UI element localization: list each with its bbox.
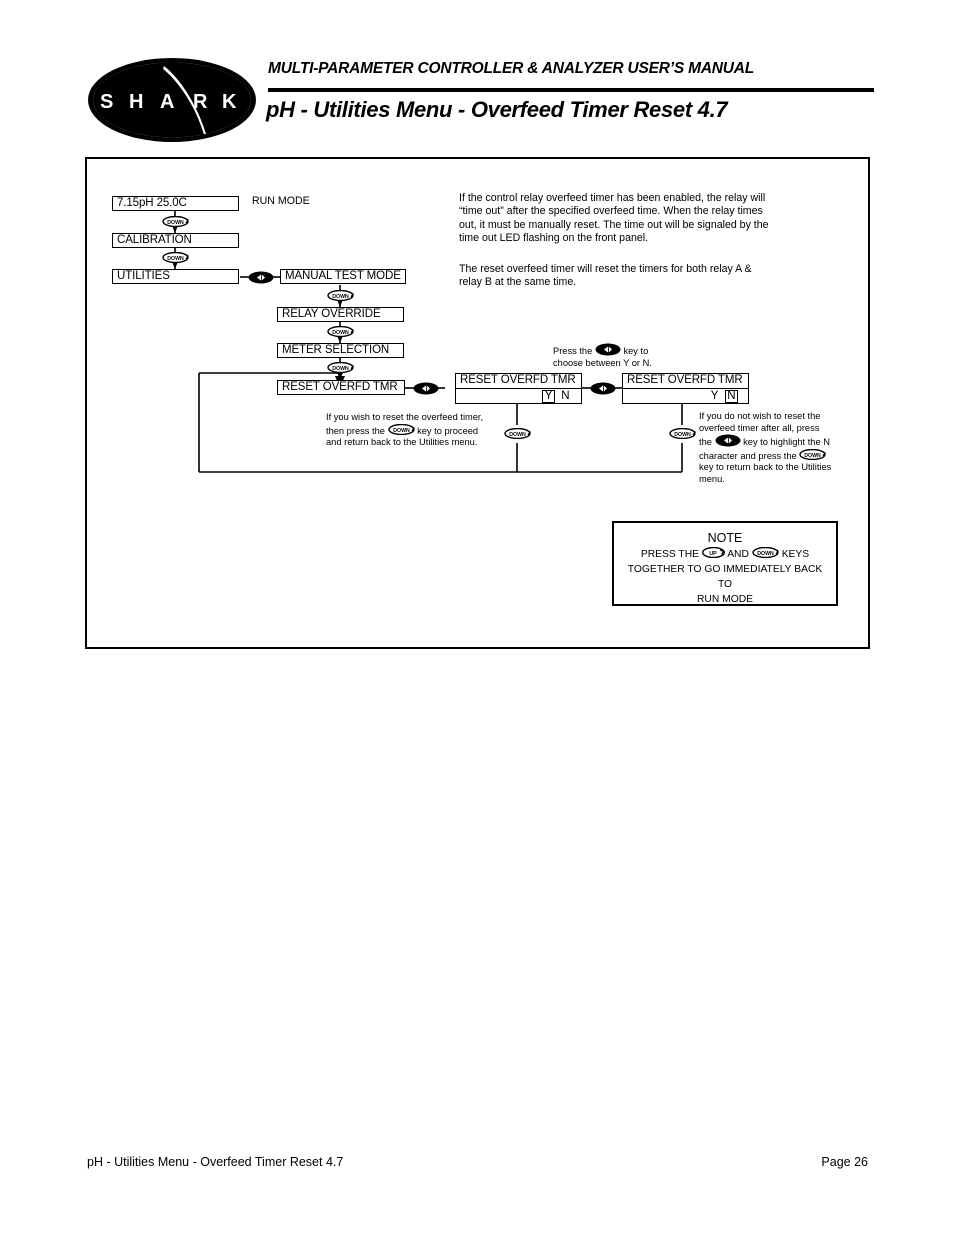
logo-letter-s: S — [100, 91, 113, 113]
note-box: NOTE PRESS THE UP AND DOWN KEYS TOGETHER… — [612, 521, 838, 606]
logo-letter-h: H — [129, 91, 143, 113]
page-header: S H A R K MULTI-PARAMETER CONTROLLER & A… — [0, 0, 954, 150]
svg-text:DOWN: DOWN — [332, 330, 349, 336]
svg-text:DOWN: DOWN — [167, 220, 184, 226]
annotation-text: overfeed timer after all, press — [699, 422, 820, 433]
left-right-key-icon[interactable] — [715, 434, 741, 447]
shark-logo: S H A R K — [86, 56, 258, 144]
footer-left-text: pH - Utilities Menu - Overfeed Timer Res… — [87, 1155, 344, 1169]
logo-letter-r: R — [193, 91, 208, 113]
annotation-text: key to — [623, 346, 649, 356]
page-title: pH - Utilities Menu - Overfeed Timer Res… — [266, 97, 728, 122]
annotation-text: then press the — [326, 425, 385, 436]
note-text: RUN MODE — [696, 594, 754, 605]
note-text: TOGETHER TO GO IMMEDIATELY BACK TO — [627, 564, 823, 590]
body-paragraph-2: The reset overfeed timer will reset the … — [459, 263, 752, 289]
footer-page-number: Page 26 — [821, 1155, 868, 1169]
body-paragraph-1: If the control relay overfeed timer has … — [459, 192, 769, 244]
svg-text:DOWN: DOWN — [393, 428, 410, 434]
diagram-panel: 7.15pH 25.0C CALIBRATION UTILITIES MANUA… — [85, 157, 870, 649]
down-key-icon[interactable]: DOWN — [327, 290, 354, 301]
logo-letter-a: A — [160, 91, 174, 113]
no-branch-annotation: If you do not wish to reset the overfeed… — [699, 411, 859, 486]
run-mode-label: RUN MODE — [252, 195, 310, 207]
annotation-text: If you wish to reset the overfeed timer, — [326, 412, 484, 422]
menu-box-display[interactable]: 7.15pH 25.0C — [112, 196, 239, 211]
left-right-key-icon[interactable] — [413, 382, 439, 395]
down-key-icon[interactable]: DOWN — [327, 326, 354, 337]
down-key-icon[interactable]: DOWN — [387, 423, 415, 435]
menu-box-relay-override[interactable]: RELAY OVERRIDE — [277, 307, 404, 322]
logo-letter-k: K — [222, 91, 237, 113]
yes-branch-annotation: If you wish to reset the overfeed timer,… — [326, 412, 506, 449]
annotation-text: the — [699, 437, 712, 448]
annotation-text: choose between Y or N. — [553, 357, 652, 368]
svg-text:UP: UP — [709, 551, 717, 557]
menu-box-title: RESET OVERFD TMR — [623, 374, 748, 389]
yn-option-y-selected[interactable]: Y — [542, 389, 555, 404]
down-key-icon[interactable]: DOWN — [327, 362, 354, 373]
yn-option-y[interactable]: Y — [709, 390, 720, 403]
annotation-text: and return back to the Utilities menu. — [326, 437, 478, 448]
annotation-text: key to highlight the N — [743, 437, 830, 448]
yn-selector-no[interactable]: Y N — [623, 389, 748, 404]
manual-title: MULTI-PARAMETER CONTROLLER & ANALYZER US… — [268, 60, 755, 77]
annotation-text: menu. — [699, 473, 725, 484]
svg-text:DOWN: DOWN — [805, 453, 822, 459]
menu-flow-diagram: 7.15pH 25.0C CALIBRATION UTILITIES MANUA… — [87, 159, 868, 647]
yn-option-n-selected[interactable]: N — [724, 389, 738, 404]
svg-text:DOWN: DOWN — [332, 366, 349, 372]
header-divider — [268, 88, 874, 92]
down-key-icon[interactable]: DOWN — [669, 428, 696, 439]
menu-box-meter-selection[interactable]: METER SELECTION — [277, 343, 404, 358]
menu-box-calibration[interactable]: CALIBRATION — [112, 233, 239, 248]
left-right-key-icon[interactable] — [248, 271, 274, 284]
left-right-key-icon[interactable] — [595, 343, 621, 356]
down-key-icon[interactable]: DOWN — [799, 448, 827, 460]
annotation-text: character and press the — [699, 450, 797, 461]
up-key-icon[interactable]: UP — [701, 547, 725, 558]
down-key-icon[interactable]: DOWN — [504, 428, 531, 439]
note-body: PRESS THE UP AND DOWN KEYS TOGETHER TO G… — [614, 547, 836, 607]
annotation-text: key to return back to the Utilities — [699, 462, 832, 473]
menu-box-reset-overfd-tmr-yes[interactable]: RESET OVERFD TMR Y N — [455, 373, 582, 404]
svg-text:DOWN: DOWN — [167, 256, 184, 262]
down-key-icon[interactable]: DOWN — [752, 547, 779, 558]
yn-selector-yes[interactable]: Y N — [456, 389, 581, 404]
left-right-key-icon[interactable] — [590, 382, 616, 395]
note-text: KEYS — [781, 549, 810, 560]
menu-box-reset-overfd-tmr-no[interactable]: RESET OVERFD TMR Y N — [622, 373, 749, 404]
svg-text:DOWN: DOWN — [509, 432, 526, 438]
menu-box-utilities[interactable]: UTILITIES — [112, 269, 239, 284]
note-title: NOTE — [707, 531, 743, 545]
choose-yn-annotation: Press the key to choose between Y or N. — [553, 343, 733, 369]
note-text: AND — [727, 549, 749, 560]
down-key-icon[interactable]: DOWN — [162, 252, 189, 263]
annotation-text: Press the — [553, 346, 593, 356]
down-key-icon[interactable]: DOWN — [162, 216, 189, 227]
annotation-text: If you do not wish to reset the — [699, 411, 821, 421]
menu-box-manual-test-mode[interactable]: MANUAL TEST MODE — [280, 269, 406, 284]
menu-box-reset-overfd-tmr[interactable]: RESET OVERFD TMR — [277, 380, 405, 395]
svg-text:DOWN: DOWN — [332, 294, 349, 300]
svg-text:DOWN: DOWN — [757, 551, 774, 557]
yn-option-n[interactable]: N — [560, 390, 571, 403]
note-text: PRESS THE — [640, 549, 700, 560]
menu-box-title: RESET OVERFD TMR — [456, 374, 581, 389]
svg-text:DOWN: DOWN — [674, 432, 691, 438]
annotation-text: key to proceed — [417, 425, 479, 436]
